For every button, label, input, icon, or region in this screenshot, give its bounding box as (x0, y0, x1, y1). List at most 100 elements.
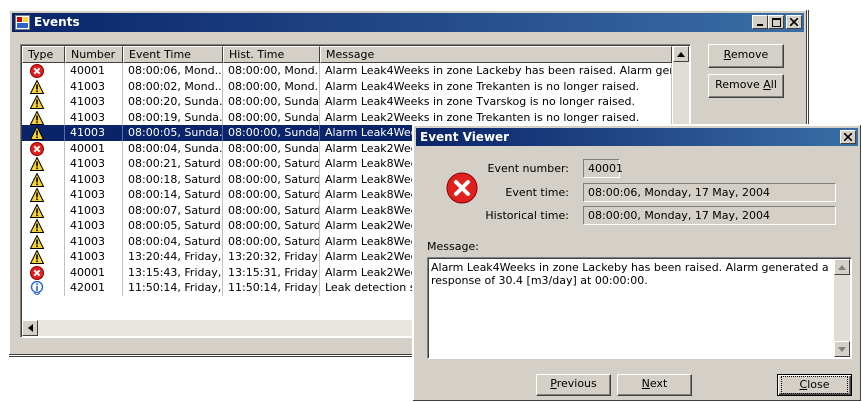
event-time-cell: 08:00:05, Sunda... (123, 125, 223, 141)
remove-all-button[interactable]: Remove All (708, 74, 784, 98)
event-type-cell (22, 187, 65, 203)
message-cell: Alarm Leak4Weeks in zone Tvarskog is no … (320, 94, 672, 110)
event-time-cell: 08:00:04, Saturd... (123, 233, 223, 249)
message-scrollbar[interactable] (834, 259, 850, 357)
hist-time-cell: 13:15:31, Friday,... (223, 264, 320, 280)
message-cell: Alarm Leak4Weeks in zone Trekanten is no… (320, 78, 672, 94)
maximize-button[interactable] (768, 15, 784, 29)
events-app-icon (15, 15, 30, 30)
event-number-cell: 41003 (65, 94, 123, 110)
event-number-cell: 41003 (65, 218, 123, 234)
hist-time-cell: 08:00:00, Sunda... (223, 109, 320, 125)
events-list-header: Type Number Event Time Hist. Time Messag… (22, 46, 672, 63)
event-time-cell: 08:00:21, Saturd... (123, 156, 223, 172)
event-time-field: 08:00:06, Monday, 17 May, 2004 (583, 183, 836, 202)
event-number-cell: 41003 (65, 78, 123, 94)
hist-time-cell: 08:00:00, Saturd... (223, 171, 320, 187)
event-row[interactable]: 41003 08:00:19, Sunda... 08:00:00, Sunda..… (22, 109, 672, 125)
error-icon (30, 265, 44, 280)
event-number-cell: 41003 (65, 156, 123, 172)
events-title: Events (34, 15, 80, 29)
event-time-cell: 13:20:44, Friday,... (123, 249, 223, 265)
event-row[interactable]: 40001 08:00:06, Mond... 08:00:00, Mond... A… (22, 63, 672, 79)
hist-time-cell: 08:00:00, Sunda... (223, 140, 320, 156)
hist-time-cell: 13:20:32, Friday,... (223, 249, 320, 265)
hist-time-cell: 08:00:00, Sunda... (223, 94, 320, 110)
event-type-cell (22, 171, 65, 187)
previous-button[interactable]: Previous (536, 374, 611, 396)
minimize-button[interactable] (752, 15, 768, 29)
arrow-down-icon (838, 346, 846, 352)
event-number-cell: 42001 (65, 280, 123, 296)
column-header-hist-time[interactable]: Hist. Time (223, 46, 320, 63)
events-titlebar[interactable]: Events (12, 13, 804, 32)
event-type-cell (22, 140, 65, 156)
event-number-cell: 40001 (65, 264, 123, 280)
close-icon (790, 18, 798, 26)
event-number-cell: 41003 (65, 187, 123, 203)
event-time-cell: 11:50:14, Friday,... (123, 280, 223, 296)
warning-icon (30, 95, 44, 109)
message-scroll-up[interactable] (834, 259, 850, 275)
remove-button[interactable]: Remove (708, 44, 784, 68)
event-time-cell: 08:00:20, Sunda... (123, 94, 223, 110)
column-header-message[interactable]: Message (320, 46, 672, 63)
event-time-cell: 08:00:18, Saturd... (123, 171, 223, 187)
event-row[interactable]: 41003 08:00:02, Mond... 08:00:00, Mond... A… (22, 78, 672, 94)
event-number-cell: 41003 (65, 233, 123, 249)
close-icon (844, 133, 852, 141)
hist-time-cell: 08:00:00, Saturd... (223, 202, 320, 218)
event-number-cell: 40001 (65, 63, 123, 79)
column-header-event-time[interactable]: Event Time (123, 46, 223, 63)
event-number-cell: 41003 (65, 125, 123, 141)
warning-icon (30, 234, 44, 249)
warning-icon (30, 126, 44, 140)
event-number-cell: 41003 (65, 202, 123, 218)
arrow-left-icon (27, 324, 33, 332)
event-time-cell: 08:00:14, Saturd... (123, 187, 223, 203)
hist-time-cell: 08:00:00, Mond... (223, 63, 320, 79)
next-button[interactable]: Next (617, 374, 692, 396)
close-window-button[interactable] (786, 15, 802, 29)
scroll-up-button[interactable] (673, 46, 689, 62)
hist-time-cell: 08:00:00, Saturd... (223, 233, 320, 249)
warning-icon (30, 79, 44, 94)
column-header-type[interactable]: Type (22, 46, 65, 63)
event-type-cell (22, 125, 65, 141)
message-scroll-down[interactable] (834, 341, 850, 357)
event-viewer-title: Event Viewer (420, 130, 510, 144)
warning-icon (30, 203, 44, 218)
hist-time-cell: 08:00:00, Mond... (223, 78, 320, 94)
hist-time-cell: 08:00:00, Saturd... (223, 218, 320, 234)
maximize-icon (771, 17, 781, 27)
event-type-cell (22, 94, 65, 110)
event-number-cell: 40001 (65, 140, 123, 156)
event-type-cell (22, 218, 65, 234)
message-textarea[interactable]: Alarm Leak4Weeks in zone Lackeby has bee… (427, 257, 852, 359)
event-time-cell: 08:00:05, Saturd... (123, 218, 223, 234)
error-icon (30, 141, 44, 156)
scroll-left-button[interactable] (22, 320, 38, 336)
event-row[interactable]: 41003 08:00:20, Sunda... 08:00:00, Sunda..… (22, 94, 672, 110)
event-type-cell (22, 264, 65, 280)
warning-icon (30, 110, 44, 125)
message-cell: Alarm Leak4Weeks in zone Lackeby has bee… (320, 63, 672, 79)
event-number-cell: 41003 (65, 249, 123, 265)
historical-time-field: 08:00:00, Monday, 17 May, 2004 (583, 206, 836, 225)
event-viewer-titlebar[interactable]: Event Viewer (416, 128, 858, 146)
close-button[interactable]: Close (777, 374, 852, 396)
event-number-field: 40001 (583, 159, 623, 178)
event-time-label: Event time: (505, 186, 569, 199)
event-type-cell (22, 78, 65, 94)
column-header-number[interactable]: Number (65, 46, 123, 63)
event-viewer-close-button[interactable] (840, 130, 856, 144)
event-type-cell (22, 109, 65, 125)
event-type-cell (22, 233, 65, 249)
event-type-cell (22, 202, 65, 218)
hist-time-cell: 08:00:00, Sunda... (223, 125, 320, 141)
warning-icon (30, 188, 44, 202)
event-type-cell (22, 63, 65, 79)
event-time-cell: 08:00:07, Saturd... (123, 202, 223, 218)
event-type-cell (22, 280, 65, 296)
event-number-label: Event number: (487, 162, 569, 175)
